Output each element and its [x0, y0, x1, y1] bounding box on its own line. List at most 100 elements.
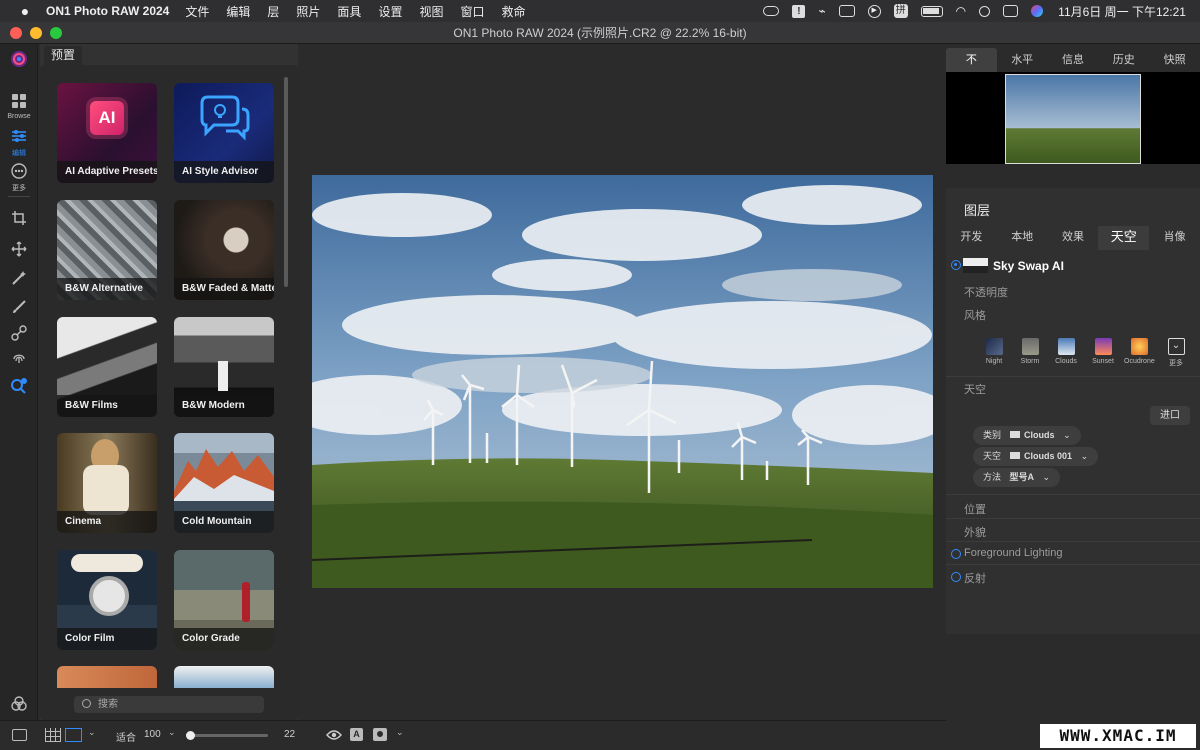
menu-settings[interactable]: 设置 [378, 3, 402, 20]
style-sunset[interactable]: Sunset [1088, 338, 1118, 365]
menu-edit[interactable]: 编辑 [226, 3, 250, 20]
zoom-chevron-icon[interactable]: ⌄ [168, 727, 176, 738]
control-center-icon[interactable] [1003, 5, 1019, 17]
preset-card-bw-faded-matte[interactable]: B&W Faded & Matte [174, 200, 274, 300]
mask-view-icon[interactable] [373, 728, 387, 741]
foreground-lighting-section[interactable]: Foreground Lighting [964, 547, 1062, 559]
wifi-icon[interactable]: ◠ [956, 4, 966, 18]
navigator-thumbnail[interactable] [1005, 74, 1141, 164]
style-ocudrone[interactable]: Ocudrone [1124, 338, 1155, 365]
window-title: ON1 Photo RAW 2024 (示例照片.CR2 @ 22.2% 16-… [0, 22, 1200, 44]
presets-scrollbar[interactable] [284, 77, 288, 287]
sky-section-label: 天空 [964, 384, 986, 396]
edit-module[interactable]: 编辑 [0, 128, 38, 158]
preset-card-bw-films[interactable]: B&W Films [57, 317, 157, 417]
zoom-value[interactable]: 100 [144, 729, 161, 740]
preset-card-ai-adaptive[interactable]: AI AI Adaptive Presets [57, 83, 157, 183]
fit-label[interactable]: 适合 [116, 729, 136, 744]
single-view-icon[interactable] [65, 728, 82, 742]
apple-icon[interactable]: ● [16, 3, 34, 19]
magic-wand-icon[interactable] [0, 270, 38, 289]
filter-header[interactable]: Sky Swap AI [946, 250, 1200, 282]
battery-icon[interactable] [920, 5, 943, 17]
tab-effects[interactable]: 效果 [1048, 226, 1099, 250]
crop-icon[interactable] [0, 210, 38, 229]
filter-enable-radio[interactable] [951, 260, 961, 270]
preset-card-ai-style-advisor[interactable]: AI Style Advisor [174, 83, 274, 183]
tab-local[interactable]: 本地 [997, 226, 1048, 250]
tab-snapshots[interactable]: 快照 [1149, 48, 1200, 72]
reflection-radio[interactable] [951, 572, 961, 582]
on1-logo-icon[interactable] [0, 50, 38, 71]
tab-presets[interactable]: 预置 [44, 46, 82, 65]
category-select[interactable]: 类别 Clouds ⌄ [973, 426, 1081, 445]
menu-mask[interactable]: 面具 [337, 3, 361, 20]
method-select[interactable]: 方法 型号A ⌄ [973, 468, 1061, 487]
opacity-label[interactable]: 不透明度 [964, 284, 1008, 300]
import-button[interactable]: 进口 [1150, 406, 1190, 425]
input-method-icon[interactable]: 拼 [893, 4, 908, 18]
preset-card-cinema[interactable]: Cinema [57, 433, 157, 533]
menu-file[interactable]: 文件 [185, 3, 209, 20]
preset-card-bw-alternative[interactable]: B&W Alternative [57, 200, 157, 300]
mask-chevron-icon[interactable]: ⌄ [396, 727, 404, 738]
navigator-preview[interactable] [946, 72, 1200, 164]
preset-card-cold-mountain[interactable]: Cold Mountain [174, 433, 274, 533]
fingerprint-icon[interactable] [0, 349, 38, 368]
display-icon[interactable] [838, 5, 855, 17]
menu-photo[interactable]: 照片 [296, 3, 320, 20]
tab-portrait[interactable]: 肖像 [1149, 226, 1200, 250]
preset-card-color-grade[interactable]: Color Grade [174, 550, 274, 650]
style-storm[interactable]: Storm [1015, 338, 1045, 365]
sky-select[interactable]: 天空 Clouds 001 ⌄ [973, 447, 1099, 466]
brush-icon[interactable] [0, 299, 38, 318]
reflection-section[interactable]: 反射 [964, 570, 986, 586]
style-more[interactable]: ⌄ 更多 [1161, 338, 1191, 368]
search-tool-icon[interactable] [0, 377, 38, 398]
spotlight-search-icon[interactable] [979, 5, 991, 17]
play-icon[interactable]: ▶ [867, 4, 881, 18]
tab-navigator[interactable]: 不 [946, 48, 997, 72]
clock-text[interactable]: 11月6日 周一 下午12:21 [1058, 3, 1186, 20]
tab-sky[interactable]: 天空 [1098, 226, 1150, 250]
tab-history[interactable]: 历史 [1098, 48, 1149, 72]
menu-view[interactable]: 视图 [419, 3, 443, 20]
text-overlay-icon[interactable]: A [350, 728, 363, 741]
preset-card-partial-2[interactable] [174, 666, 274, 688]
appearance-section[interactable]: 外貌 [964, 524, 986, 540]
creative-cloud-icon[interactable] [763, 6, 780, 16]
style-night[interactable]: Night [979, 338, 1009, 365]
toggle-panel-icon[interactable] [12, 729, 27, 741]
view-chevron-icon[interactable]: ⌄ [88, 727, 96, 738]
preset-card-partial-1[interactable] [57, 666, 157, 688]
preview-eye-icon[interactable] [326, 729, 342, 741]
presets-search-input[interactable]: 搜索 [74, 696, 264, 713]
tab-levels[interactable]: 水平 [997, 48, 1048, 72]
menu-help[interactable]: 救命 [501, 3, 525, 20]
main-photo[interactable] [312, 175, 933, 588]
tab-develop[interactable]: 开发 [946, 226, 997, 250]
siri-icon[interactable] [1031, 5, 1044, 17]
style-clouds[interactable]: Clouds [1051, 338, 1081, 365]
zoom-slider[interactable] [186, 731, 268, 740]
zoom-button[interactable] [50, 27, 62, 39]
menu-window[interactable]: 窗口 [460, 3, 484, 20]
preset-card-bw-modern[interactable]: B&W Modern [174, 317, 274, 417]
minimize-button[interactable] [30, 27, 42, 39]
close-button[interactable] [10, 27, 22, 39]
transform-icon[interactable] [0, 241, 38, 260]
preset-card-color-film[interactable]: Color Film [57, 550, 157, 650]
zoom-slider-thumb[interactable] [186, 731, 196, 740]
notice-icon[interactable]: ! [792, 4, 806, 18]
position-section[interactable]: 位置 [964, 501, 986, 517]
grid-view-icon[interactable] [45, 728, 61, 742]
app-name-menu[interactable]: ON1 Photo RAW 2024 [46, 4, 169, 18]
airdrop-icon[interactable]: ⌁ [818, 4, 825, 18]
foreground-radio[interactable] [951, 549, 961, 559]
browse-module[interactable]: Browse [0, 93, 38, 120]
more-module[interactable]: 更多 [0, 163, 38, 193]
menu-layer[interactable]: 层 [267, 3, 279, 20]
tab-info[interactable]: 信息 [1048, 48, 1099, 72]
layers-stack-icon[interactable] [0, 694, 38, 715]
retouch-icon[interactable] [0, 325, 38, 344]
